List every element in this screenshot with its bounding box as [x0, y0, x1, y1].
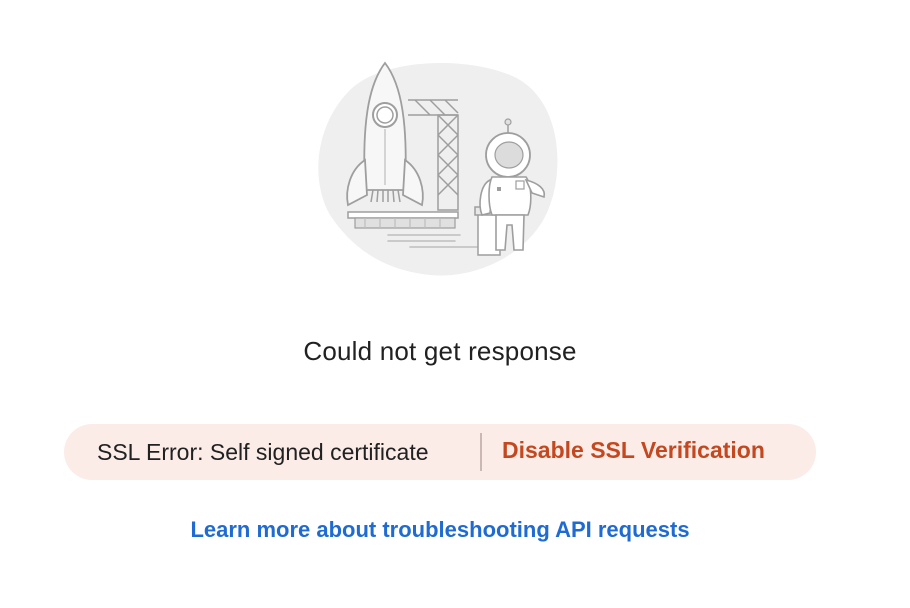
ssl-error-banner: SSL Error: Self signed certificate Disab… — [64, 424, 816, 480]
troubleshooting-help-link[interactable]: Learn more about troubleshooting API req… — [0, 517, 880, 543]
ssl-error-message: SSL Error: Self signed certificate — [97, 439, 429, 465]
ssl-banner-divider — [480, 433, 482, 471]
rocket-astronaut-illustration — [310, 55, 570, 285]
no-response-title: Could not get response — [303, 336, 577, 366]
disable-ssl-verification-button[interactable]: Disable SSL Verification — [502, 437, 765, 464]
